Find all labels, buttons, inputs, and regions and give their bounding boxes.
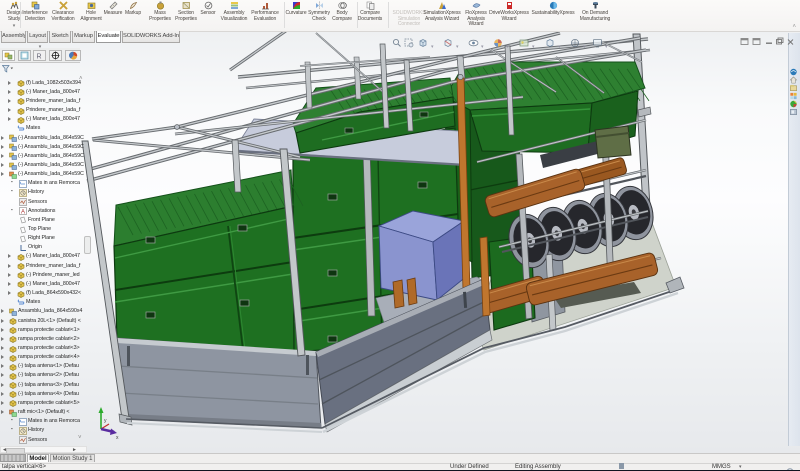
- svg-text:y: y: [104, 418, 107, 424]
- svg-text:A: A: [21, 209, 25, 215]
- svg-text:x: x: [116, 435, 119, 441]
- svg-text:R: R: [37, 54, 42, 61]
